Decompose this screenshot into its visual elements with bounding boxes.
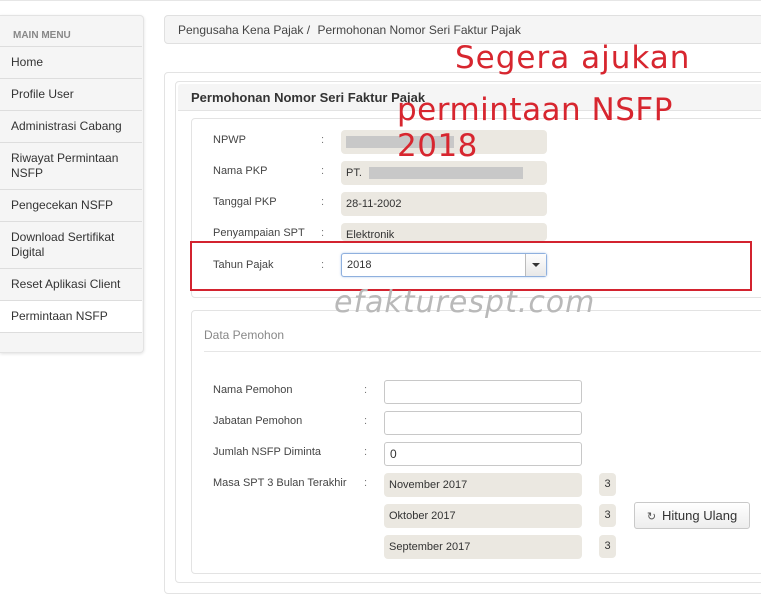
jumlah-nsfp-label: Jumlah NSFP Diminta xyxy=(213,446,321,458)
penyampaian-spt-value: Elektronik xyxy=(341,223,547,241)
sidebar-item-home[interactable]: Home xyxy=(0,46,142,78)
colon: : xyxy=(321,227,325,239)
sidebar-menu: Home Profile User Administrasi Cabang Ri… xyxy=(0,46,142,333)
tanggal-pkp-label: Tanggal PKP xyxy=(213,196,277,208)
breadcrumb-parent[interactable]: Pengusaha Kena Pajak / xyxy=(178,23,310,37)
hitung-ulang-label: Hitung Ulang xyxy=(662,508,738,523)
nama-pkp-label: Nama PKP xyxy=(213,165,268,177)
sidebar-item-administrasi-cabang[interactable]: Administrasi Cabang xyxy=(0,110,142,142)
colon: : xyxy=(364,384,368,396)
nama-pemohon-label: Nama Pemohon xyxy=(213,384,293,396)
annotation-line-2: permintaan NSFP 2018 xyxy=(397,92,673,164)
jabatan-pemohon-input[interactable] xyxy=(384,411,582,435)
jumlah-nsfp-input[interactable] xyxy=(384,442,582,466)
redacted-block xyxy=(368,167,523,180)
masa-period-2: Oktober 2017 xyxy=(384,504,582,528)
jabatan-pemohon-label: Jabatan Pemohon xyxy=(213,415,303,427)
masa-period-3: September 2017 xyxy=(384,535,582,559)
sidebar-item-riwayat-permintaan[interactable]: Riwayat Permintaan NSFP xyxy=(0,142,142,189)
section-title: Data Pemohon xyxy=(204,328,285,342)
masa-count-1: 3 xyxy=(599,473,616,496)
colon: : xyxy=(364,415,368,427)
refresh-icon: ↻ xyxy=(646,511,657,523)
nama-pkp-value: PT. xyxy=(341,161,547,185)
sidebar-item-profile-user[interactable]: Profile User xyxy=(0,78,142,110)
tanggal-pkp-value: 28-11-2002 xyxy=(341,192,547,216)
npwp-label: NPWP xyxy=(213,134,246,146)
hitung-ulang-button[interactable]: ↻ Hitung Ulang xyxy=(634,502,750,529)
colon: : xyxy=(321,196,325,208)
sidebar-item-reset-aplikasi[interactable]: Reset Aplikasi Client xyxy=(0,268,142,300)
section-divider xyxy=(204,351,761,352)
sidebar-heading: MAIN MENU xyxy=(13,30,71,41)
masa-spt-label: Masa SPT 3 Bulan Terakhir xyxy=(213,477,347,489)
sidebar-item-pengecekan-nsfp[interactable]: Pengecekan NSFP xyxy=(0,189,142,221)
colon: : xyxy=(321,134,325,146)
masa-period-1: November 2017 xyxy=(384,473,582,497)
colon: : xyxy=(364,446,368,458)
annotation-line-1: Segera ajukan xyxy=(455,40,691,76)
colon: : xyxy=(364,477,368,489)
masa-count-3: 3 xyxy=(599,535,616,558)
penyampaian-spt-label: Penyampaian SPT xyxy=(213,227,305,239)
sidebar-item-permintaan-nsfp[interactable]: Permintaan NSFP xyxy=(0,300,142,333)
nama-pemohon-input[interactable] xyxy=(384,380,582,404)
watermark: efakturespt.com xyxy=(334,285,596,320)
sidebar-item-download-sertifikat[interactable]: Download Sertifikat Digital xyxy=(0,221,142,268)
nama-pkp-text: PT. xyxy=(346,167,362,179)
breadcrumb-current: Permohonan Nomor Seri Faktur Pajak xyxy=(317,23,521,37)
colon: : xyxy=(321,165,325,177)
sidebar: MAIN MENU Home Profile User Administrasi… xyxy=(0,15,144,353)
masa-count-2: 3 xyxy=(599,504,616,527)
top-divider xyxy=(0,0,761,1)
highlight-box xyxy=(190,241,752,291)
